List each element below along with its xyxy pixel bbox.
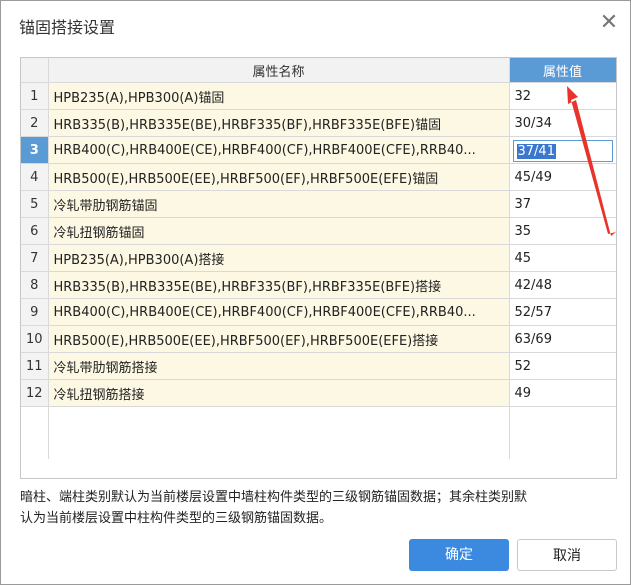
annotation-arrow-icon [567,86,616,236]
